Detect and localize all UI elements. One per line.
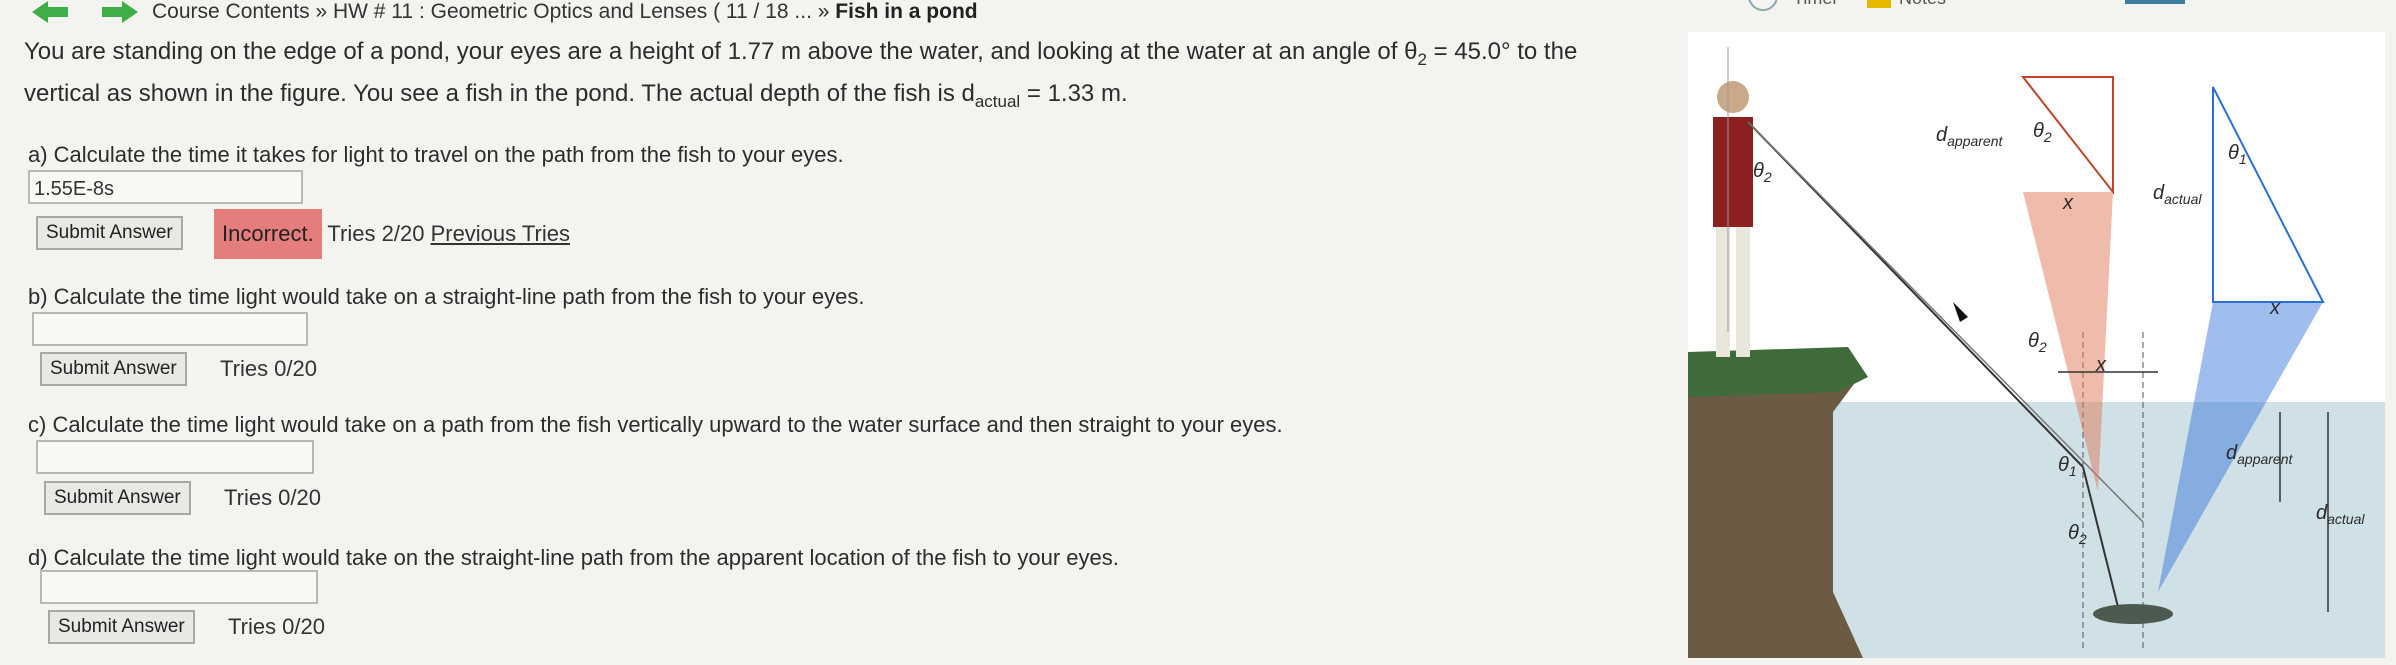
breadcrumb: Course Contents » HW # 11 : Geometric Op…: [152, 0, 978, 24]
part-d-label: d) Calculate the time light would take o…: [28, 545, 1119, 570]
previous-tries-link[interactable]: Previous Tries: [431, 221, 570, 246]
part-a-status: Incorrect. Tries 2/20 Previous Tries: [214, 209, 570, 259]
top-bar: Course Contents » HW # 11 : Geometric Op…: [0, 0, 2396, 26]
question-text: = 45.0° to the: [1426, 38, 1578, 65]
label-theta2-top: θ2: [2033, 120, 2052, 145]
breadcrumb-homework[interactable]: HW # 11 : Geometric Optics and Lenses ( …: [333, 0, 812, 23]
breadcrumb-separator: »: [817, 0, 830, 23]
part-a-answer-input[interactable]: 1.55E-8s: [28, 170, 303, 204]
part-c-answer-input[interactable]: [36, 440, 314, 474]
part-a-tries: Tries 2/20: [327, 221, 425, 246]
label-theta2-water: θ2: [2068, 522, 2087, 547]
forward-arrow-icon[interactable]: [100, 0, 140, 24]
breadcrumb-separator: »: [315, 0, 328, 23]
part-c-submit-button[interactable]: Submit Answer: [44, 481, 191, 515]
question-text: = 1.33 m.: [1020, 80, 1128, 107]
label-d-apparent-top: dapparent: [1936, 124, 2003, 149]
notes-label[interactable]: Notes: [1899, 0, 1946, 9]
grass: [1688, 347, 1868, 397]
label-x-middle: x: [2096, 354, 2106, 376]
label-theta1-top: θ1: [2228, 142, 2247, 167]
breadcrumb-current: Fish in a pond: [835, 0, 978, 23]
part-a-label: a) Calculate the time it takes for light…: [28, 142, 844, 167]
label-theta2-surface: θ2: [2028, 330, 2047, 355]
toolbar-button[interactable]: [2125, 0, 2185, 4]
part-b-tries: Tries 0/20: [220, 356, 318, 381]
label-d-actual-bottom: dactual: [2316, 502, 2365, 527]
question-text: You are standing on the edge of a pond, …: [24, 38, 1418, 65]
label-x-top: x: [2063, 192, 2073, 214]
part-d-tries: Tries 0/20: [228, 614, 326, 639]
label-theta2-person: θ2: [1753, 160, 1772, 185]
part-a-submit-button[interactable]: Submit Answer: [36, 216, 183, 250]
question-text: vertical as shown in the figure. You see…: [24, 80, 975, 107]
top-toolbar: Timer Notes: [1745, 0, 2185, 12]
question-subscript: 2: [1417, 49, 1427, 69]
label-d-apparent-bottom: dapparent: [2226, 442, 2293, 467]
question-line-2: vertical as shown in the figure. You see…: [24, 76, 1128, 120]
question-subscript: actual: [974, 91, 1021, 111]
label-d-actual-top: dactual: [2153, 182, 2202, 207]
label-x-right: x: [2270, 297, 2280, 319]
notes-icon[interactable]: [1867, 0, 1891, 8]
part-d-submit-button[interactable]: Submit Answer: [48, 610, 195, 644]
fish: [2093, 604, 2173, 624]
breadcrumb-course[interactable]: Course Contents: [152, 0, 310, 23]
clock-icon[interactable]: [1748, 0, 1778, 11]
part-b-answer-input[interactable]: [32, 312, 308, 346]
part-c-label: c) Calculate the time light would take o…: [28, 412, 1283, 437]
part-d-answer-input[interactable]: [40, 570, 318, 604]
timer-label[interactable]: Timer: [1793, 0, 1838, 9]
part-c-tries: Tries 0/20: [224, 485, 322, 510]
label-theta1-water: θ1: [2058, 454, 2077, 479]
incorrect-badge: Incorrect.: [214, 209, 322, 259]
part-b-submit-button[interactable]: Submit Answer: [40, 352, 187, 386]
part-b-label: b) Calculate the time light would take o…: [28, 284, 865, 309]
back-arrow-icon[interactable]: [30, 0, 70, 24]
question-line-1: You are standing on the edge of a pond, …: [24, 34, 1577, 78]
pond-figure: dapparent θ2 x dactual θ1 x θ2 θ2 x θ1 θ…: [1688, 32, 2385, 658]
